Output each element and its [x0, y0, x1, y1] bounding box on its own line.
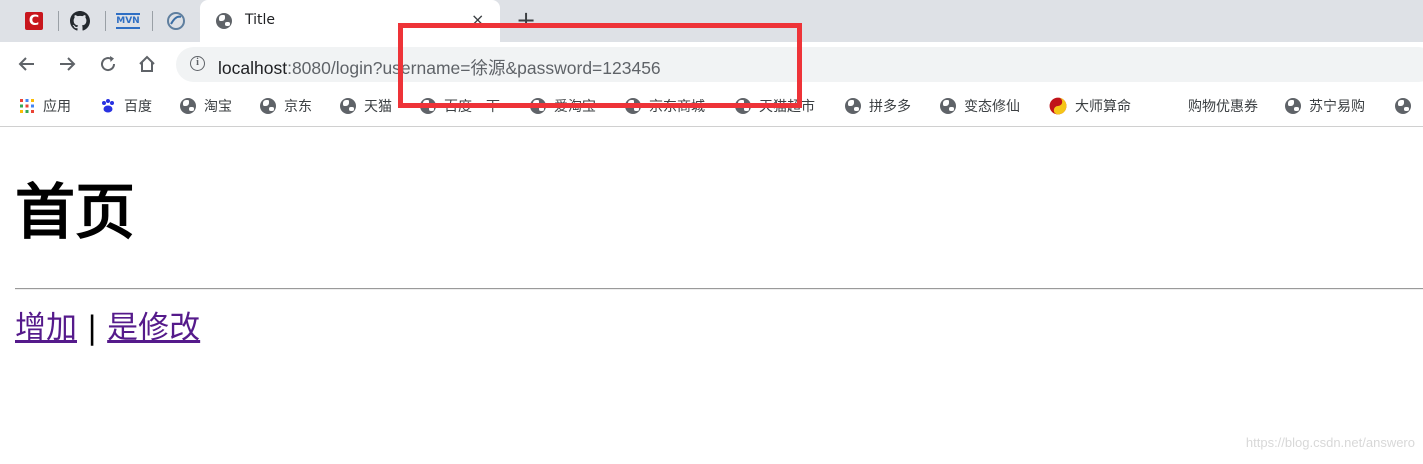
add-link[interactable]: 增加 — [15, 310, 77, 346]
bookmark-label: 淘宝 — [204, 99, 232, 115]
bookmark-label: 苏宁易购 — [1309, 99, 1365, 115]
globe-icon — [180, 98, 196, 114]
tab-separator — [105, 11, 106, 31]
back-arrow-icon — [18, 57, 34, 71]
reload-button[interactable] — [96, 52, 120, 76]
highlight-annotation-box — [398, 23, 802, 108]
info-icon[interactable]: i — [190, 56, 205, 71]
apps-grid-icon — [20, 99, 34, 113]
home-icon — [139, 55, 155, 72]
forward-arrow-icon — [60, 57, 76, 71]
globe-icon — [1285, 98, 1301, 114]
tab-title-label: Title — [245, 12, 276, 28]
horizontal-rule — [15, 288, 1423, 290]
csdn-icon: C — [25, 12, 43, 30]
bookmark-suning[interactable]: 苏宁易购 — [1285, 96, 1365, 116]
bookmark-label: 变态修仙 — [964, 99, 1020, 115]
bookmark-label: 拼多多 — [869, 99, 911, 115]
mvn-icon: MVN — [116, 13, 140, 29]
globe-icon — [340, 98, 356, 114]
tab-separator — [58, 11, 59, 31]
home-button[interactable] — [135, 52, 159, 76]
pinned-tab-mvn[interactable]: MVN — [113, 6, 143, 36]
github-icon — [70, 11, 90, 31]
globe-icon — [940, 98, 956, 114]
bookmark-label: 购物优惠券 — [1188, 99, 1258, 115]
spring-icon — [167, 12, 185, 30]
url-host: localhost — [218, 58, 288, 78]
watermark: https://blog.csdn.net/answero — [1245, 435, 1415, 450]
globe-icon — [260, 98, 276, 114]
page-heading: 首页 — [15, 178, 135, 248]
page-links: 增加 | 是修改 — [15, 308, 200, 348]
baidu-paw-icon — [102, 99, 114, 113]
pinned-tab-csdn[interactable]: C — [19, 6, 49, 36]
bookmark-taobao[interactable]: 淘宝 — [180, 96, 232, 116]
bookmark-biantai-xiuxian[interactable]: 变态修仙 — [940, 96, 1020, 116]
bookmark-label: 百度 — [124, 99, 152, 115]
bookmark-coupons[interactable]: 购物优惠券 — [1188, 96, 1258, 116]
taiji-icon — [1049, 97, 1067, 115]
bookmark-dashi-suanming[interactable]: 大师算命 — [1049, 96, 1131, 116]
link-separator: | — [77, 310, 108, 346]
bookmark-label: 天猫 — [364, 99, 392, 115]
bookmark-label: 大师算命 — [1075, 99, 1131, 115]
globe-icon — [845, 98, 861, 114]
tab-separator — [152, 11, 153, 31]
bookmark-tmall[interactable]: 天猫 — [340, 96, 392, 116]
globe-icon — [216, 13, 232, 29]
forward-button[interactable] — [55, 52, 79, 76]
bookmark-label: 京东 — [284, 99, 312, 115]
bookmark-baidu[interactable]: 百度 — [100, 96, 152, 116]
bookmark-label: 应用 — [43, 99, 71, 115]
pinned-tab-github[interactable] — [65, 6, 95, 36]
pinned-tab-spring[interactable] — [161, 6, 191, 36]
globe-icon — [1395, 98, 1411, 114]
back-button[interactable] — [15, 52, 39, 76]
bookmark-pinduoduo[interactable]: 拼多多 — [845, 96, 911, 116]
bookmark-apps[interactable]: 应用 — [19, 96, 71, 116]
bookmark-overflow[interactable] — [1395, 96, 1419, 116]
reload-icon — [101, 56, 116, 72]
modify-link[interactable]: 是修改 — [107, 310, 200, 346]
bookmark-jd[interactable]: 京东 — [260, 96, 312, 116]
